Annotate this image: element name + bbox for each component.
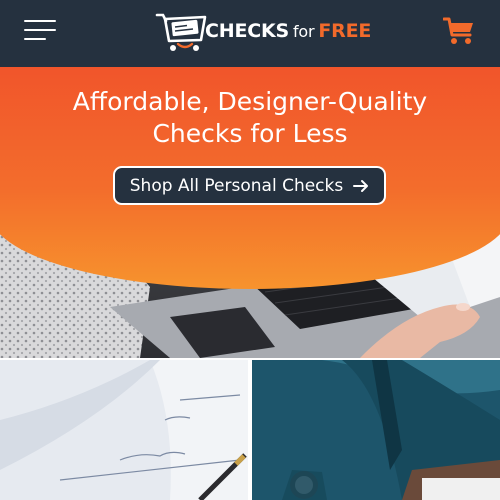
checkbook-writing-tile[interactable] bbox=[0, 360, 248, 500]
shop-button-label: Shop All Personal Checks bbox=[129, 175, 344, 196]
logo-wordmark: CHECKS for FREE bbox=[205, 20, 371, 42]
arrow-right-icon bbox=[353, 179, 369, 192]
checkbook-image bbox=[0, 360, 248, 500]
business-person-image bbox=[252, 360, 500, 500]
business-person-tile[interactable] bbox=[252, 360, 500, 500]
shopping-cart-icon[interactable] bbox=[443, 16, 475, 46]
logo-word-free: FREE bbox=[318, 20, 372, 42]
hamburger-menu-icon[interactable] bbox=[24, 18, 56, 44]
hero-headline: Affordable, Designer-Quality Checks for … bbox=[0, 86, 500, 150]
shop-all-personal-checks-button[interactable]: Shop All Personal Checks bbox=[113, 166, 386, 205]
hero-headline-line1: Affordable, Designer-Quality bbox=[72, 87, 428, 116]
logo-word-checks: CHECKS bbox=[205, 20, 289, 42]
site-logo[interactable]: CHECKS for FREE bbox=[155, 9, 371, 53]
logo-cart-icon bbox=[155, 13, 207, 51]
logo-word-for: for bbox=[292, 22, 315, 41]
hero-headline-line2: Checks for Less bbox=[152, 119, 348, 148]
site-header: CHECKS for FREE bbox=[0, 0, 500, 67]
